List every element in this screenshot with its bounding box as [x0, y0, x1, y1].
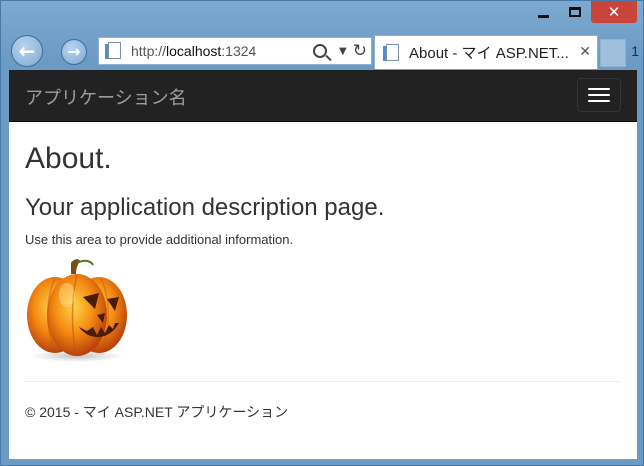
- back-button[interactable]: ←: [11, 35, 43, 67]
- url-host: localhost: [166, 43, 222, 59]
- browser-window: ✕ ← → http://localhost:1324 ▼ ↻ About - …: [0, 0, 644, 466]
- browser-navigation-bar: ← → http://localhost:1324 ▼ ↻ About - マイ…: [7, 33, 643, 69]
- footer-divider: [25, 381, 621, 382]
- new-tab-button[interactable]: [600, 39, 626, 67]
- page-footer: © 2015 - マイ ASP.NET アプリケーション: [25, 404, 289, 420]
- page-viewport: アプリケーション名 About. Your application descri…: [9, 70, 637, 459]
- page-subtitle: Your application description page.: [25, 194, 385, 221]
- minimize-icon: [537, 14, 549, 18]
- dropdown-arrow-icon[interactable]: ▼: [339, 46, 347, 57]
- forward-button[interactable]: →: [61, 39, 87, 65]
- tab-close-icon[interactable]: ✕: [579, 44, 591, 60]
- close-icon: ✕: [607, 3, 621, 21]
- forward-arrow-icon: →: [67, 42, 81, 61]
- url-scheme: http://: [131, 43, 167, 59]
- overflow-fragment: 1: [631, 43, 639, 59]
- page-icon: [105, 41, 123, 61]
- main-content: About. Your application description page…: [9, 142, 637, 422]
- back-arrow-icon: ←: [18, 39, 36, 63]
- url-text[interactable]: http://localhost:1324: [131, 43, 291, 59]
- page-info-text: Use this area to provide additional info…: [25, 232, 294, 247]
- close-window-button[interactable]: ✕: [591, 1, 637, 23]
- tab-page-icon: [383, 43, 401, 63]
- search-icon[interactable]: [313, 44, 328, 58]
- navbar-toggle-button[interactable]: [577, 78, 621, 112]
- tab-title: About - マイ ASP.NET...: [409, 45, 569, 62]
- tab-about[interactable]: About - マイ ASP.NET... ✕: [374, 35, 598, 69]
- page-title: About.: [25, 142, 112, 175]
- pumpkin-image: [27, 259, 127, 362]
- minimize-button[interactable]: [527, 1, 559, 23]
- url-port: :1324: [221, 43, 257, 59]
- hamburger-menu-icon: [588, 88, 610, 90]
- window-caption-buttons: ✕: [527, 1, 637, 31]
- maximize-button[interactable]: [559, 1, 591, 23]
- site-brand[interactable]: アプリケーション名: [25, 84, 187, 110]
- site-navbar: アプリケーション名: [9, 70, 637, 122]
- address-tools: ▼ ↻: [313, 41, 367, 61]
- maximize-icon: [569, 7, 581, 17]
- address-bar[interactable]: http://localhost:1324 ▼ ↻: [98, 37, 372, 65]
- refresh-icon[interactable]: ↻: [353, 41, 367, 61]
